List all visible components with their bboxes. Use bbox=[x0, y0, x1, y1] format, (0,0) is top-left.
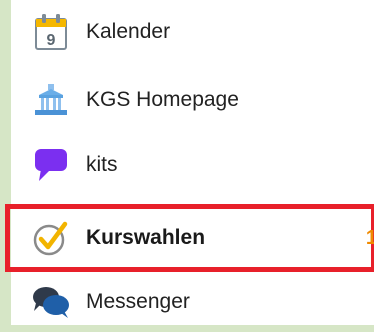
calendar-icon: 9 bbox=[31, 12, 71, 52]
menu-item-label: Kurswahlen bbox=[86, 226, 206, 249]
notification-badge: 1 bbox=[365, 226, 374, 249]
menu-item-messenger[interactable]: Messenger bbox=[11, 272, 374, 332]
menu-item-label: Kalender bbox=[86, 20, 171, 43]
chat-bubble-icon bbox=[31, 145, 71, 185]
menu-item-kits[interactable]: kits bbox=[11, 135, 374, 195]
messenger-icon bbox=[31, 282, 71, 322]
menu-item-kalender[interactable]: 9 Kalender bbox=[11, 2, 374, 62]
building-icon bbox=[31, 80, 71, 120]
calendar-day-number: 9 bbox=[47, 32, 56, 49]
menu-item-kurswahlen[interactable]: Kurswahlen 1 bbox=[5, 204, 374, 272]
menu-item-kgs-homepage[interactable]: KGS Homepage bbox=[11, 70, 374, 130]
app-menu-panel: 9 Kalender KGS Homepage kits Kurswahlen … bbox=[5, 0, 374, 325]
menu-item-label: Messenger bbox=[86, 290, 190, 313]
menu-item-label: KGS Homepage bbox=[86, 88, 239, 111]
menu-item-label: kits bbox=[86, 153, 118, 176]
checkmark-circle-icon bbox=[31, 218, 71, 258]
